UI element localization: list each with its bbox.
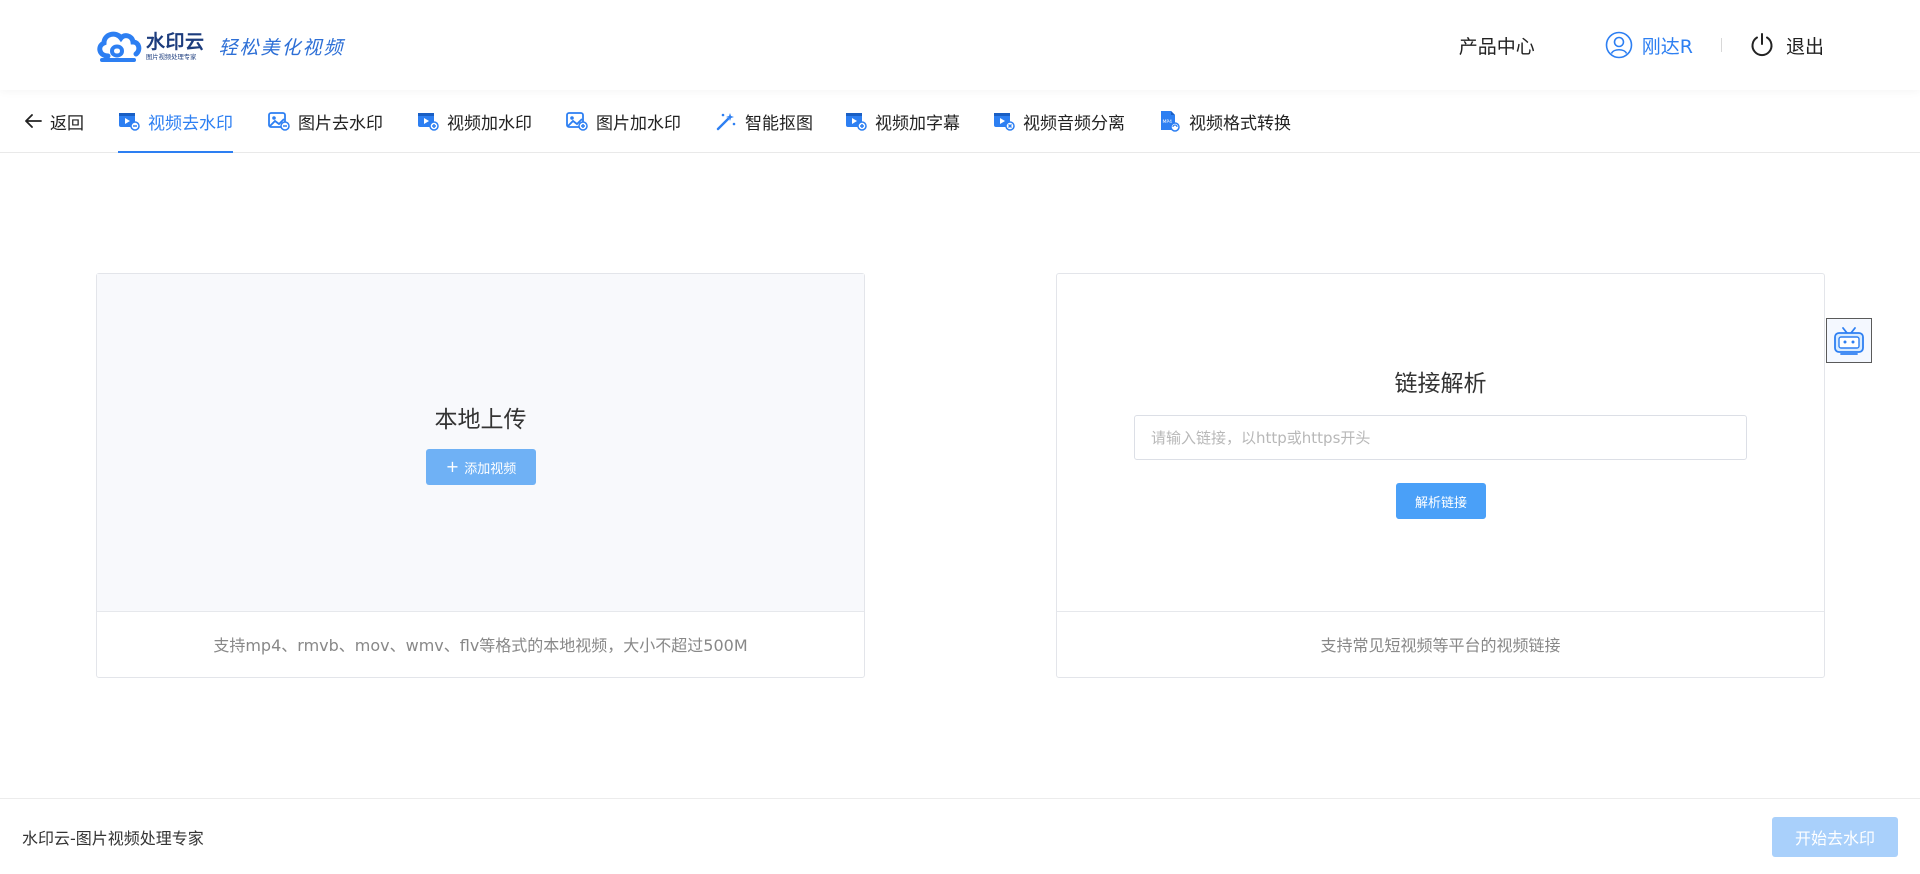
tab-label: 智能抠图 <box>745 113 813 134</box>
image-remove-icon <box>268 111 290 131</box>
tool-nav: 返回 视频去水印 图片去水印 视频加水印 图片加水印 智能抠图 视频加字幕 视频… <box>0 90 1920 153</box>
logo[interactable]: 水印云 图片视频处理专家 轻松美化视频 <box>94 26 345 66</box>
video-audio-icon <box>993 111 1015 131</box>
parse-link-button[interactable]: 解析链接 <box>1396 483 1486 519</box>
tab-video-remove-watermark[interactable]: 视频去水印 <box>118 90 233 153</box>
local-upload-hint: 支持mp4、rmvb、mov、wmv、flv等格式的本地视频，大小不超过500M <box>213 636 748 655</box>
tab-label: 视频加水印 <box>447 113 532 134</box>
username: 刚达R <box>1641 35 1693 58</box>
start-remove-watermark-button[interactable]: 开始去水印 <box>1772 817 1898 857</box>
tab-label: 图片去水印 <box>298 113 383 134</box>
arrow-left-icon <box>25 114 42 128</box>
logo-subtitle: 图片视频处理专家 <box>146 52 197 61</box>
video-subtitle-icon <box>845 111 867 131</box>
header: 水印云 图片视频处理专家 轻松美化视频 产品中心 刚达R 退出 <box>0 0 1920 90</box>
header-divider <box>1720 38 1722 52</box>
cloud-logo-icon <box>97 31 142 62</box>
add-video-label: 添加视频 <box>464 461 517 477</box>
tab-label: 视频加字幕 <box>875 113 960 134</box>
image-add-icon <box>566 111 588 131</box>
local-upload-dropzone[interactable]: 本地上传 + 添加视频 <box>97 274 864 612</box>
tab-video-add-watermark[interactable]: 视频加水印 <box>417 90 532 152</box>
tab-image-remove-watermark[interactable]: 图片去水印 <box>268 90 383 152</box>
tab-smart-cutout[interactable]: 智能抠图 <box>715 90 813 152</box>
back-button[interactable]: 返回 <box>24 90 84 152</box>
footer-bar: 水印云-图片视频处理专家 开始去水印 <box>0 798 1920 874</box>
local-upload-title: 本地上传 <box>434 407 527 433</box>
local-upload-card: 本地上传 + 添加视频 支持mp4、rmvb、mov、wmv、flv等格式的本地… <box>96 273 865 678</box>
link-parse-card: 链接解析 解析链接 支持常见短视频等平台的视频链接 <box>1056 273 1825 678</box>
tab-image-add-watermark[interactable]: 图片加水印 <box>566 90 681 152</box>
tab-label: 视频格式转换 <box>1189 113 1291 134</box>
link-parse-body: 链接解析 解析链接 <box>1057 274 1824 612</box>
floating-service-widget[interactable] <box>1826 318 1872 363</box>
header-actions: 产品中心 刚达R 退出 <box>1459 27 1824 63</box>
page: 水印云 图片视频处理专家 轻松美化视频 产品中心 刚达R 退出 返回 视频去水印… <box>0 0 1920 874</box>
tab-video-subtitle[interactable]: 视频加字幕 <box>845 90 960 152</box>
tab-label: 视频去水印 <box>148 113 233 134</box>
link-parse-hint: 支持常见短视频等平台的视频链接 <box>1320 636 1561 655</box>
user-avatar-icon <box>1605 31 1633 59</box>
plus-icon: + <box>445 457 460 476</box>
user-menu[interactable]: 刚达R <box>1605 31 1693 59</box>
add-video-button[interactable]: + 添加视频 <box>426 449 536 485</box>
link-parse-title: 链接解析 <box>1394 371 1487 397</box>
product-center-link[interactable]: 产品中心 <box>1459 32 1535 59</box>
link-input[interactable] <box>1134 415 1747 460</box>
logo-name: 水印云 <box>146 30 205 53</box>
logout-button[interactable]: 退出 <box>1750 32 1824 59</box>
file-convert-icon: MP4 <box>1159 110 1181 132</box>
tab-video-format-convert[interactable]: MP4 视频格式转换 <box>1159 90 1291 152</box>
back-label: 返回 <box>50 113 84 134</box>
logout-label: 退出 <box>1785 35 1824 58</box>
power-icon <box>1751 33 1773 57</box>
footer-brand-text: 水印云-图片视频处理专家 <box>22 829 204 848</box>
tab-label: 图片加水印 <box>596 113 681 134</box>
magic-wand-icon <box>715 111 737 131</box>
tv-robot-icon <box>1834 326 1864 355</box>
svg-text:MP4: MP4 <box>1163 119 1173 125</box>
logo-text: 水印云 图片视频处理专家 <box>146 31 205 62</box>
video-remove-icon <box>118 111 140 131</box>
video-add-icon <box>417 111 439 131</box>
tab-video-audio-split[interactable]: 视频音频分离 <box>993 90 1125 152</box>
logo-slogan: 轻松美化视频 <box>218 36 345 59</box>
tab-label: 视频音频分离 <box>1023 113 1125 134</box>
